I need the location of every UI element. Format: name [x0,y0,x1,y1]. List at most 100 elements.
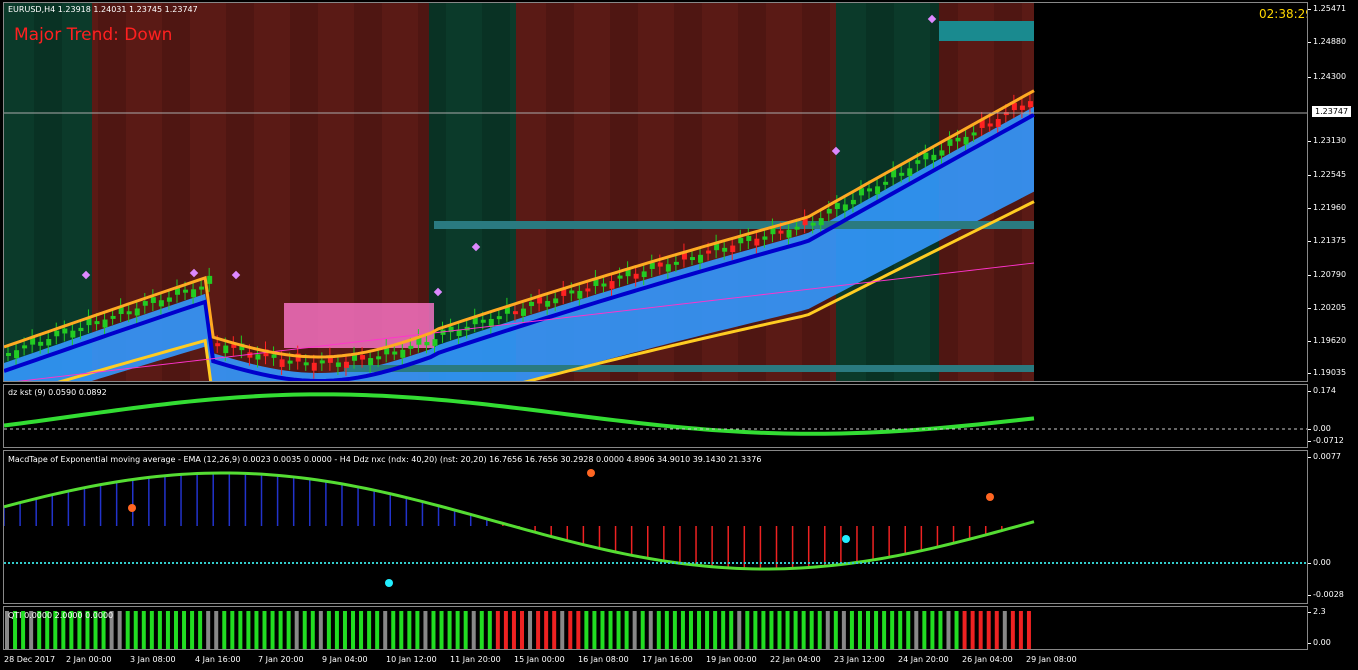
qti-bar [552,611,557,649]
qti-bar [367,611,372,649]
date-label: 22 Jan 04:00 [770,655,821,664]
price-axis: 1.25471 1.24880 1.24300 1.23130 1.22545 1.219… [1307,2,1358,382]
candle-body [987,123,993,127]
candle-body [303,362,309,366]
qti-bar [439,611,444,649]
candle-body [722,247,728,252]
qti-bar [825,611,830,649]
qti-bar [656,611,661,649]
qti-bar [1002,611,1007,649]
price-chart-panel[interactable]: EURUSD,H4 1.23918 1.24031 1.23745 1.2374… [3,2,1308,382]
price-tick: 1.24880 [1307,37,1347,46]
qti-bar [149,611,154,649]
qti-bar [391,611,396,649]
qti-bar [713,611,718,649]
kst-axis: 0.174 0.00 -0.0712 [1308,384,1358,448]
candle-body [142,301,148,306]
price-tick: 1.19035 [1307,368,1347,377]
candle-body [496,316,502,320]
candle-body [689,257,695,261]
qti-bar [994,611,999,649]
qti-bar [117,611,122,649]
qti-bar [520,611,524,649]
qti-bar [600,611,605,649]
candle-body [424,341,430,346]
qti-bar [954,611,959,649]
qti-bar [286,611,291,649]
kst-panel[interactable]: dz kst (9) 0.0590 0.0892 [3,384,1308,448]
price-tick: 1.21960 [1307,203,1347,212]
qti-bar [447,611,452,649]
candle-body [279,359,285,367]
qti-bar [326,611,331,649]
qti-bar [278,611,283,649]
candle-body [947,139,953,146]
qti-tick: 2.3 [1308,607,1326,616]
candle-body [818,218,824,226]
kst-label: dz kst (9) 0.0590 0.0892 [8,388,107,397]
macd-canvas [4,469,1307,587]
macd-panel[interactable]: MacdTape of Exponential moving average -… [3,450,1308,604]
qti-bar [721,611,726,649]
candle-body [633,273,639,279]
candle-body [521,308,526,316]
qti-bar [809,611,814,649]
qti-bar [978,611,983,649]
candle-body [70,330,76,338]
qti-bar [986,611,991,649]
qti-bar [246,611,251,649]
candle-body [512,311,518,315]
qti-tick: 0.00 [1308,638,1331,647]
candle-body [794,226,800,230]
candle-body [126,311,132,315]
qti-bar [584,611,589,649]
qti-bar [495,611,500,649]
qti-bar [801,611,806,649]
candle-body [553,298,559,304]
qti-bar [648,611,653,649]
qti-bar [399,611,404,649]
candle-body [1027,101,1033,108]
qti-bar [230,611,235,649]
qti-bar [375,611,380,649]
qti-bar [857,611,862,649]
qti-panel[interactable]: QTI 0.0000 2.0000 0.0000 [3,606,1308,650]
qti-bar [262,611,267,649]
candle-body [183,289,189,293]
qti-bar [866,611,871,649]
candle-body [54,330,60,337]
date-label: 17 Jan 16:00 [642,655,693,664]
qti-bar [431,611,436,649]
qti-bar [769,611,774,649]
price-chart-canvas[interactable] [4,3,1308,382]
candle-body [150,297,156,303]
qti-bar [697,611,702,649]
kst-tick: 0.00 [1308,424,1331,433]
candle-body [617,275,623,279]
qti-bar [198,611,203,649]
candle-body [1019,105,1025,110]
date-label: 9 Jan 04:00 [322,655,368,664]
qti-bar [777,611,782,649]
macd-signal-dot [587,469,595,477]
date-label: 4 Jan 16:00 [195,655,241,664]
qti-bar [785,611,790,649]
candle-body [432,339,438,346]
qti-bar [962,611,967,649]
candle-body [826,208,832,214]
zone-shade [1058,3,1086,381]
qti-bar [688,611,693,649]
qti-bar [1010,611,1015,649]
price-tick: 1.24300 [1307,72,1347,81]
kst-line [4,392,1035,436]
qti-bar [165,611,170,649]
qti-bar [544,611,549,649]
candle-body [665,264,671,272]
qti-bar [254,611,259,649]
candle-body [923,152,929,160]
candle-body [609,281,615,289]
candle-body [673,261,679,265]
qti-bar [351,611,356,649]
qti-bar [946,611,951,649]
qti-label: QTI 0.0000 2.0000 0.0000 [8,611,114,620]
